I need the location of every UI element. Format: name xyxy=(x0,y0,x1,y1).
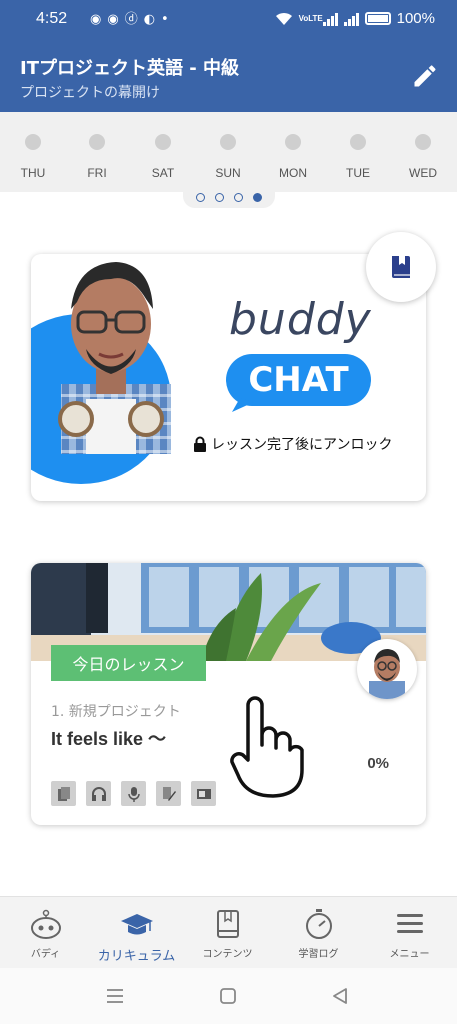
flashcard-icon xyxy=(51,781,76,806)
unlock-text: レッスン完了後にアンロック xyxy=(211,437,393,453)
stopwatch-icon xyxy=(305,909,332,939)
bottom-nav: バディ カリキュラム コンテンツ 学習ログ メニュー xyxy=(0,896,457,968)
page-title: ITプロジェクト英語 - 中級 xyxy=(20,58,239,79)
nav-buddy[interactable]: バディ xyxy=(0,907,91,960)
lesson-progress: 0% xyxy=(367,755,389,772)
chat-wordmark: CHAT xyxy=(248,360,349,400)
week-strip[interactable]: THU FRI SAT SUN MON TUE WED xyxy=(0,112,457,192)
book-icon xyxy=(392,256,410,278)
status-time: 4:52 xyxy=(36,10,68,27)
page-indicator[interactable] xyxy=(183,186,275,208)
day-label: SUN xyxy=(215,166,241,180)
day-thu[interactable]: THU xyxy=(8,134,58,180)
signal-icon xyxy=(322,12,338,26)
day-sun[interactable]: SUN xyxy=(203,134,253,180)
day-label: THU xyxy=(20,166,46,180)
nav-menu[interactable]: メニュー xyxy=(364,907,455,960)
tap-hand-icon xyxy=(230,696,304,798)
day-dot xyxy=(285,134,301,150)
battery-level: 100% xyxy=(396,10,435,27)
nav-label: 学習ログ xyxy=(298,949,339,960)
app-icon: ◐ xyxy=(143,12,156,27)
status-bar: 4:52 ◉ ◉ ⓓ ◐ • VoLTE 100% xyxy=(0,0,457,40)
lesson-number: 1. 新規プロジェクト xyxy=(51,704,181,720)
buddy-chat-card[interactable]: buddy CHAT レッスン完了後にアンロック xyxy=(31,254,426,501)
more-dot-icon: • xyxy=(161,12,169,27)
line-icon: ◉ xyxy=(90,12,102,27)
day-label: WED xyxy=(409,166,437,180)
day-label: SAT xyxy=(151,166,175,180)
nav-label: コンテンツ xyxy=(202,949,253,960)
day-dot xyxy=(89,134,105,150)
day-fri[interactable]: FRI xyxy=(72,134,122,180)
day-wed[interactable]: WED xyxy=(398,134,448,180)
volte-badge: VoLTE xyxy=(298,13,323,23)
today-lesson-tag: 今日のレッスン xyxy=(51,645,206,681)
lesson-title: It feels like 〜 xyxy=(51,729,167,749)
buddy-wordmark: buddy xyxy=(229,294,372,345)
signal-icon xyxy=(343,12,359,26)
microphone-icon xyxy=(121,781,146,806)
lesson-buddy-avatar xyxy=(357,639,417,699)
system-nav-bar xyxy=(0,968,457,1024)
page-dot[interactable] xyxy=(234,192,243,202)
wifi-icon xyxy=(275,12,292,25)
unlock-note: レッスン完了後にアンロック xyxy=(193,434,392,454)
nav-label: バディ xyxy=(30,949,61,960)
day-label: FRI xyxy=(87,166,107,180)
notification-icons: ◉ ◉ ⓓ ◐ • xyxy=(90,12,169,28)
page-dot[interactable] xyxy=(215,192,224,202)
day-sat[interactable]: SAT xyxy=(138,134,188,180)
graduation-cap-icon xyxy=(120,914,153,935)
menu-icon xyxy=(396,914,423,933)
day-dot xyxy=(220,134,236,150)
home-icon[interactable] xyxy=(220,988,236,1004)
line-icon: ◉ xyxy=(107,12,119,27)
page-dot-active[interactable] xyxy=(253,192,262,202)
back-icon[interactable] xyxy=(332,988,348,1004)
day-mon[interactable]: MON xyxy=(268,134,318,180)
nav-contents[interactable]: コンテンツ xyxy=(182,907,273,960)
app-header: ITプロジェクト英語 - 中級 プロジェクトの幕開け xyxy=(0,40,457,112)
skill-icons-row xyxy=(51,781,216,806)
nav-label: メニュー xyxy=(389,949,430,960)
page-dot[interactable] xyxy=(196,192,205,202)
day-dot xyxy=(415,134,431,150)
buddy-avatar-illustration xyxy=(58,262,171,454)
writing-icon xyxy=(156,781,181,806)
bookmark-book-button[interactable] xyxy=(366,232,436,302)
d-app-icon: ⓓ xyxy=(124,12,138,27)
robot-icon xyxy=(30,909,61,939)
battery-icon xyxy=(364,12,391,25)
edit-pencil-icon[interactable] xyxy=(411,62,439,90)
book-icon xyxy=(216,910,239,938)
recent-apps-icon[interactable] xyxy=(106,988,124,1004)
status-right: VoLTE 100% xyxy=(275,10,435,27)
day-tue[interactable]: TUE xyxy=(333,134,383,180)
lock-icon xyxy=(194,436,206,452)
page-subtitle: プロジェクトの幕開け xyxy=(20,85,160,101)
nav-study-log[interactable]: 学習ログ xyxy=(273,907,364,960)
nav-label: カリキュラム xyxy=(97,949,176,964)
day-dot xyxy=(155,134,171,150)
day-dot xyxy=(350,134,366,150)
headphones-icon xyxy=(86,781,111,806)
video-card-icon xyxy=(191,781,216,806)
day-label: TUE xyxy=(346,166,370,180)
buddy-face-icon xyxy=(369,649,405,699)
day-label: MON xyxy=(279,166,307,180)
day-dot xyxy=(25,134,41,150)
nav-curriculum[interactable]: カリキュラム xyxy=(91,907,182,964)
